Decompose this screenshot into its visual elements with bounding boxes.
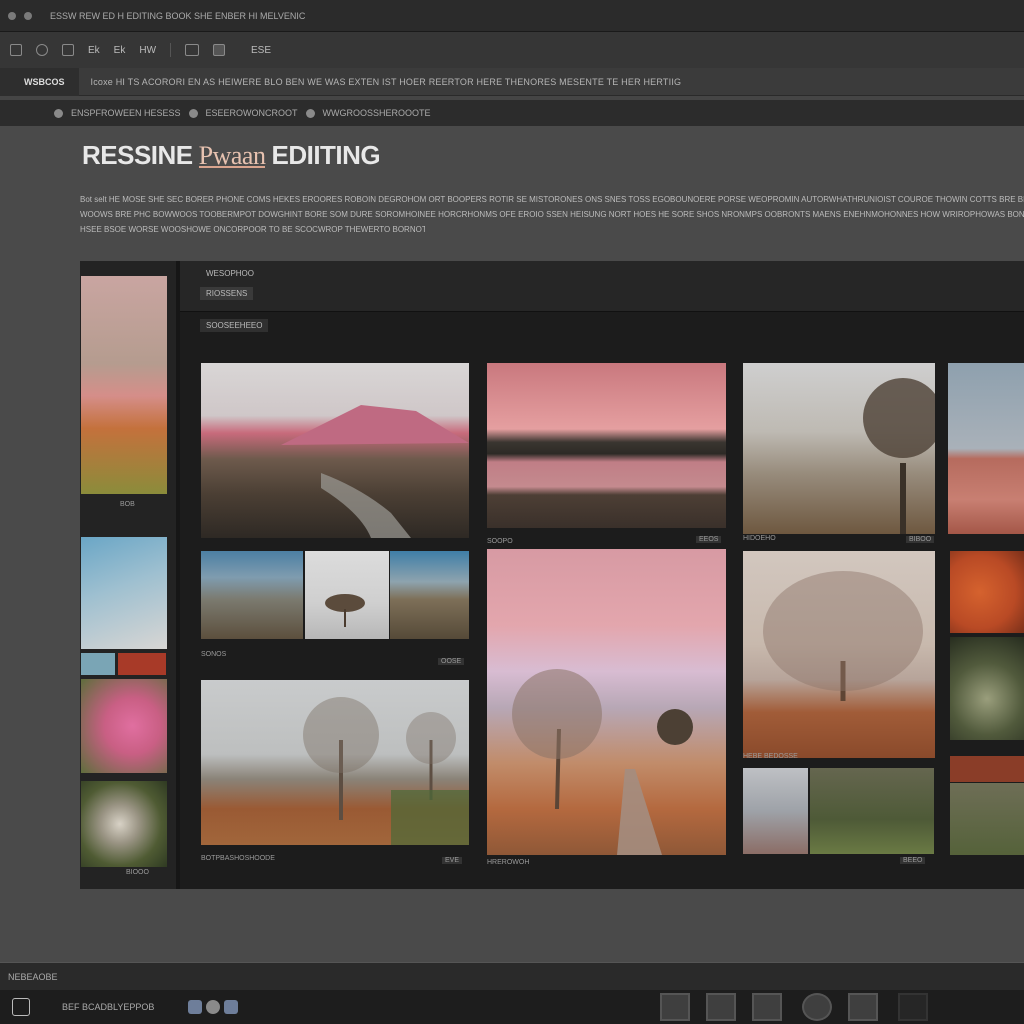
layers-icon[interactable] bbox=[185, 44, 200, 56]
view-toggle-icon[interactable] bbox=[224, 1000, 239, 1014]
thumb-caption: BIOOO bbox=[126, 869, 149, 876]
photo-coast[interactable] bbox=[201, 551, 303, 639]
photo-building[interactable] bbox=[743, 768, 808, 854]
divider bbox=[170, 43, 172, 57]
breadcrumb-item[interactable]: ESEEROWONCROOT bbox=[206, 108, 298, 118]
photo-tag: EVE bbox=[442, 857, 463, 864]
breadcrumb-icon bbox=[188, 108, 198, 118]
breadcrumb: ENSPFROWEEN HESESS ESEEROWONCROOT WWGROO… bbox=[0, 100, 1024, 126]
status-label: NEBEAOBE bbox=[8, 971, 58, 982]
filmstrip-bottom-thumb[interactable] bbox=[802, 993, 832, 1021]
description-line: Bot selt HE MOSE SHE SEC BORER PHONE COM… bbox=[80, 195, 1024, 204]
crop-icon[interactable] bbox=[36, 44, 48, 56]
photo-lone-tree[interactable] bbox=[305, 551, 389, 639]
bottom-controls bbox=[184, 1000, 239, 1014]
photo-caption: SOOPO bbox=[487, 538, 513, 545]
grid-icon[interactable] bbox=[10, 44, 22, 56]
photo-pink-lake[interactable] bbox=[487, 363, 726, 528]
window-button-icon[interactable] bbox=[8, 11, 16, 20]
toolbar: Ek Ek HW ESE bbox=[0, 32, 1024, 68]
window-title: ESSW REW ED H EDITING BOOK SHE ENBER HI … bbox=[50, 10, 306, 21]
tree-shape bbox=[763, 571, 923, 701]
photo-palm[interactable] bbox=[950, 637, 1024, 740]
menu-items[interactable]: Icoxe HI TS ACORORI EN AS HEIWERE BLO BE… bbox=[79, 77, 682, 87]
page-title-start: RESSINE bbox=[82, 140, 193, 170]
monitor-icon[interactable] bbox=[213, 44, 226, 56]
filmstrip-thumb[interactable] bbox=[81, 679, 167, 773]
photo-caption: SONOS bbox=[201, 651, 227, 658]
photo-green[interactable] bbox=[950, 783, 1024, 855]
tab-2[interactable]: RIOSSENS bbox=[200, 287, 254, 300]
editor-frame: BOB BIOOO WESOPHOO RIOSSENS SOOSEEHEEO S… bbox=[80, 261, 1024, 889]
photo-reddish[interactable] bbox=[950, 756, 1024, 782]
filmstrip: BOB BIOOO bbox=[80, 261, 176, 889]
breadcrumb-icon bbox=[305, 108, 315, 118]
breadcrumb-icon bbox=[54, 108, 63, 118]
tree-shape bbox=[863, 378, 935, 534]
tool-button[interactable]: HW bbox=[139, 45, 156, 56]
photo-tag: OOSE bbox=[438, 658, 465, 665]
photo-autumn-tree[interactable] bbox=[743, 551, 935, 758]
photo-caption: BOTPBASHOSHOODE bbox=[201, 855, 275, 862]
divider bbox=[176, 261, 180, 889]
photo-hedge[interactable] bbox=[810, 768, 934, 854]
photo-caption: HREROWOH bbox=[487, 859, 530, 866]
photo-bare-trees[interactable] bbox=[201, 680, 469, 845]
folder-icon[interactable] bbox=[12, 998, 30, 1016]
photo-caption: HIDOEHO bbox=[743, 535, 776, 542]
tab-1[interactable]: WESOPHOO bbox=[200, 267, 260, 280]
filmstrip-bottom-thumb[interactable] bbox=[898, 993, 928, 1021]
mountain-shape bbox=[281, 405, 469, 538]
filmstrip-thumb[interactable] bbox=[81, 653, 115, 675]
photo-shore[interactable] bbox=[390, 551, 469, 639]
photo-pink-sky-tree[interactable] bbox=[487, 549, 726, 855]
file-label: BEF BCADBLYEPPOB bbox=[62, 1002, 155, 1012]
window-button-icon[interactable] bbox=[24, 11, 32, 20]
page-title-accent: Pwaan bbox=[198, 141, 266, 170]
photo-field[interactable] bbox=[948, 363, 1024, 534]
description: Bot selt HE MOSE SHE SEC BORER PHONE COM… bbox=[80, 192, 1024, 237]
description-line: HSEE BSOE WORSE WOOSHOWE ONCORPOOR TO BE… bbox=[80, 225, 425, 234]
filmstrip-thumb[interactable] bbox=[81, 537, 167, 649]
tool-button[interactable]: Ek bbox=[88, 45, 100, 56]
page-title: RESSINE Pwaan EDIITING bbox=[82, 140, 381, 171]
photo-mountain-lake[interactable] bbox=[201, 363, 469, 538]
filmstrip-thumb[interactable] bbox=[118, 653, 166, 675]
breadcrumb-item[interactable]: ENSPFROWEEN HESESS bbox=[71, 108, 181, 118]
view-toggle-icon[interactable] bbox=[206, 1000, 221, 1014]
trees-shape bbox=[303, 697, 469, 845]
photo-tag: BEEO bbox=[900, 857, 926, 864]
filmstrip-bottom-thumb[interactable] bbox=[660, 993, 690, 1021]
description-line: WOOWS BRE PHC BOWWOOS TOOBERMPOT DOWGHIN… bbox=[80, 210, 1024, 219]
menu-item-first[interactable]: WSBCOS bbox=[0, 67, 79, 96]
view-toggle-icon[interactable] bbox=[188, 1000, 203, 1014]
status-bar: NEBEAOBE bbox=[0, 962, 1024, 990]
photo-foliage[interactable] bbox=[950, 551, 1024, 633]
filmstrip-bottom-thumb[interactable] bbox=[752, 993, 782, 1021]
photo-caption: HEBE BEDOSSE bbox=[743, 753, 798, 760]
filmstrip-bottom-thumb[interactable] bbox=[848, 993, 878, 1021]
filmstrip-bottom-thumb[interactable] bbox=[706, 993, 736, 1021]
thumb-caption: BOB bbox=[120, 501, 135, 508]
photo-tag: BIBOO bbox=[906, 536, 935, 543]
tree-shape bbox=[325, 594, 365, 627]
tool-button[interactable]: Ek bbox=[114, 45, 126, 56]
photo-tag: EEOS bbox=[696, 536, 722, 543]
menu-bar: WSBCOS Icoxe HI TS ACORORI EN AS HEIWERE… bbox=[0, 67, 1024, 96]
title-bar: ESSW REW ED H EDITING BOOK SHE ENBER HI … bbox=[0, 0, 1024, 32]
tab-3[interactable]: SOOSEEHEEO bbox=[200, 319, 269, 332]
filmstrip-thumb[interactable] bbox=[81, 781, 167, 867]
page-title-end: EDIITING bbox=[271, 140, 381, 170]
breadcrumb-item[interactable]: WWGROOSSHEROOOTE bbox=[323, 108, 431, 118]
photo-misty-tree[interactable] bbox=[743, 363, 935, 534]
tree-path-shape bbox=[512, 669, 693, 855]
zoom-label[interactable]: ESE bbox=[251, 45, 271, 56]
panel-header bbox=[180, 261, 1024, 312]
filmstrip-thumb[interactable] bbox=[81, 276, 167, 494]
frame-icon[interactable] bbox=[62, 44, 74, 56]
